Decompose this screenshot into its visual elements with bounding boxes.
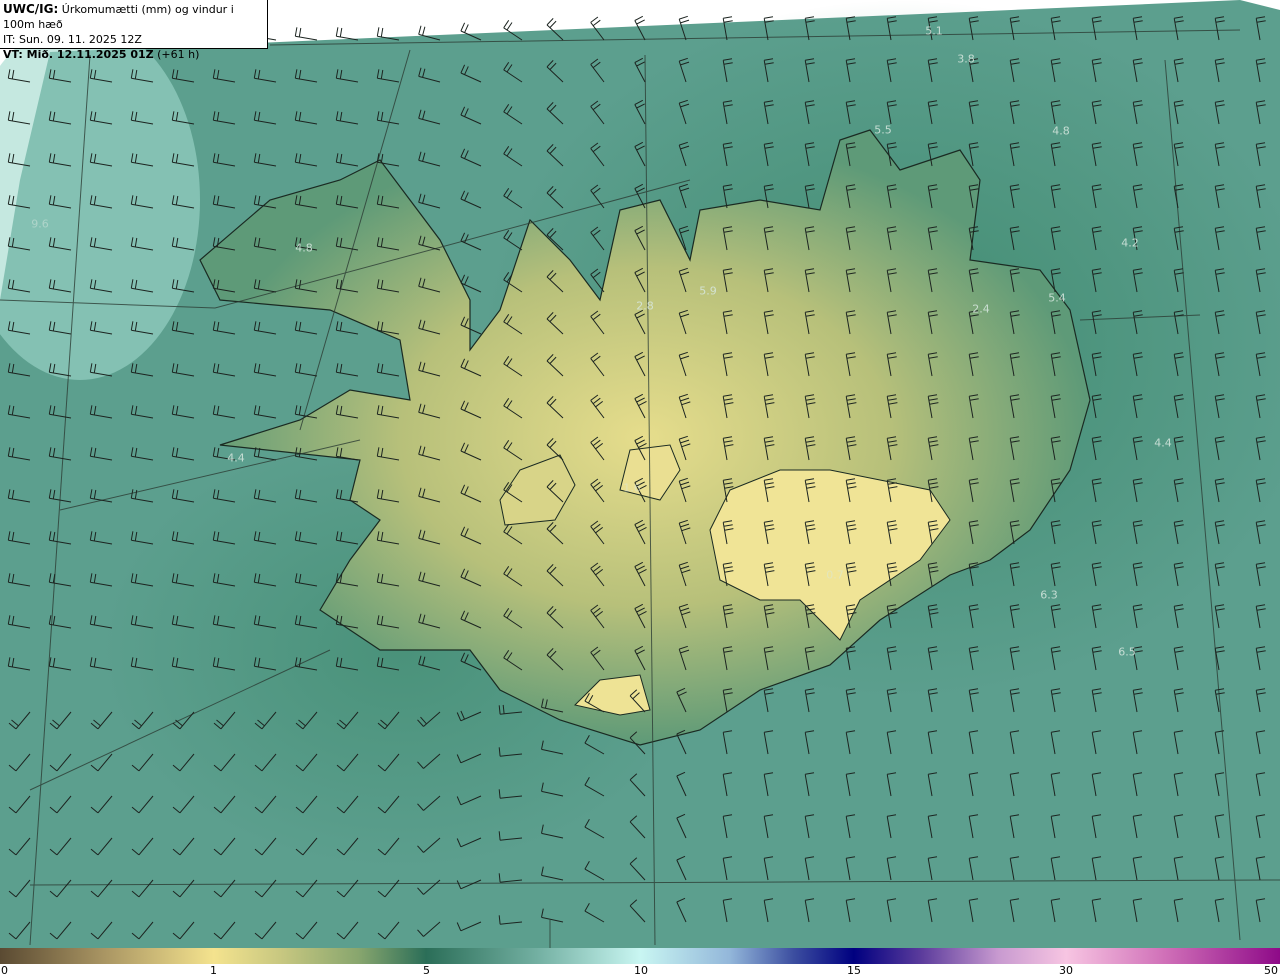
lead-time: (+61 h): [157, 48, 200, 61]
precip-label: 4.8: [1052, 124, 1070, 138]
colorbar-tick: 50: [1264, 964, 1278, 977]
precip-label: 3.8: [957, 52, 975, 66]
precip-label: 5.9: [699, 284, 717, 298]
precip-label: 5.5: [874, 123, 892, 137]
colorbar-tick: 10: [634, 964, 648, 977]
precip-label: 9.6: [31, 217, 49, 231]
valid-time: VT: Mið. 12.11.2025 01Z: [3, 48, 154, 61]
colorbar-ticks: 0 1 5 10 15 30 50: [0, 964, 1280, 978]
colorbar-tick: 5: [423, 964, 430, 977]
precip-label: 5.1: [925, 24, 943, 38]
initial-time: IT: Sun. 09. 11. 2025 12Z: [3, 33, 142, 46]
precip-label: 6.5: [1118, 645, 1136, 659]
precip-label: 2.8: [636, 299, 654, 313]
colorbar-tick: 0: [1, 964, 8, 977]
colorbar-tick: 15: [847, 964, 861, 977]
precipitation-colorbar: [0, 948, 1280, 964]
precip-label: 4.2: [1121, 236, 1139, 250]
precip-label: 6.3: [1040, 588, 1058, 602]
model-name: UWC/IG:: [3, 2, 59, 16]
precip-label: 1.6: [623, 481, 641, 495]
precip-label: 5.4: [1048, 291, 1066, 305]
precip-label: 4.4: [227, 451, 245, 465]
precip-label: 2.4: [972, 302, 990, 316]
precip-label: 0.7: [826, 568, 844, 582]
precipitation-wind-map: [0, 0, 1280, 948]
colorbar-tick: 1: [210, 964, 217, 977]
precip-label: 4.4: [1154, 436, 1172, 450]
colorbar-tick: 30: [1059, 964, 1073, 977]
map-header: UWC/IG: Úrkomumætti (mm) og vindur i 100…: [0, 0, 268, 61]
precip-label: 4.8: [295, 241, 313, 255]
